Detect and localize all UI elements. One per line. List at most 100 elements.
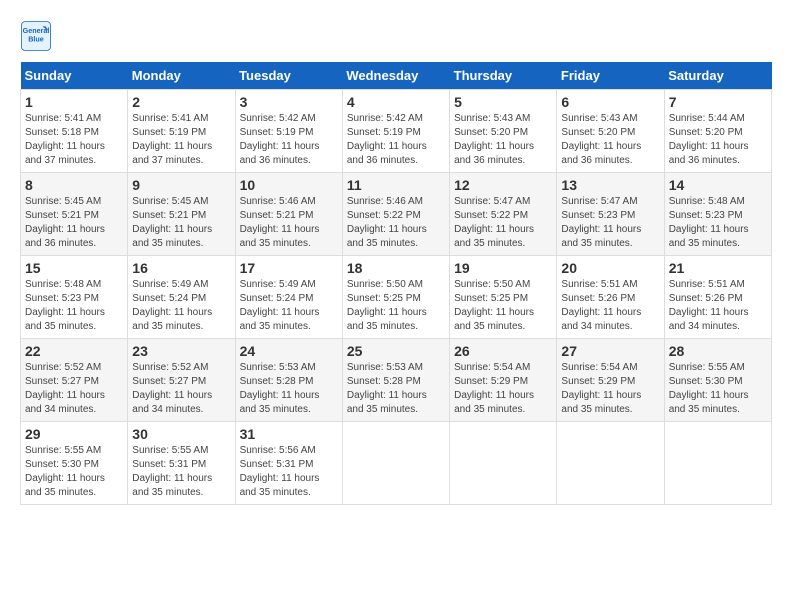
calendar-cell: 14 Sunrise: 5:48 AM Sunset: 5:23 PM Dayli… — [664, 173, 771, 256]
calendar-cell: 17 Sunrise: 5:49 AM Sunset: 5:24 PM Dayli… — [235, 256, 342, 339]
day-info: Sunrise: 5:43 AM Sunset: 5:20 PM Dayligh… — [454, 112, 552, 168]
day-info: Sunrise: 5:49 AM Sunset: 5:24 PM Dayligh… — [240, 278, 338, 334]
day-number: 24 — [240, 343, 338, 359]
header-row: SundayMondayTuesdayWednesdayThursdayFrid… — [21, 62, 772, 90]
day-number: 4 — [347, 94, 445, 110]
day-number: 12 — [454, 177, 552, 193]
calendar-cell: 22 Sunrise: 5:52 AM Sunset: 5:27 PM Dayli… — [21, 339, 128, 422]
page-header: General Blue — [20, 20, 772, 52]
day-info: Sunrise: 5:53 AM Sunset: 5:28 PM Dayligh… — [347, 361, 445, 417]
day-number: 30 — [132, 426, 230, 442]
calendar-cell: 1 Sunrise: 5:41 AM Sunset: 5:18 PM Daylig… — [21, 90, 128, 173]
calendar-cell: 2Sunrise: 5:41 AM Sunset: 5:19 PM Daylig… — [128, 90, 235, 173]
calendar-cell: 26 Sunrise: 5:54 AM Sunset: 5:29 PM Dayli… — [450, 339, 557, 422]
day-number: 26 — [454, 343, 552, 359]
day-info: Sunrise: 5:54 AM Sunset: 5:29 PM Dayligh… — [561, 361, 659, 417]
calendar-week-2: 8 Sunrise: 5:45 AM Sunset: 5:21 PM Daylig… — [21, 173, 772, 256]
calendar-cell — [664, 422, 771, 505]
day-info: Sunrise: 5:46 AM Sunset: 5:21 PM Dayligh… — [240, 195, 338, 251]
day-number: 21 — [669, 260, 767, 276]
calendar-cell — [342, 422, 449, 505]
day-info: Sunrise: 5:42 AM Sunset: 5:19 PM Dayligh… — [240, 112, 338, 168]
day-info: Sunrise: 5:51 AM Sunset: 5:26 PM Dayligh… — [669, 278, 767, 334]
column-header-wednesday: Wednesday — [342, 62, 449, 90]
calendar-cell: 3 Sunrise: 5:42 AM Sunset: 5:19 PM Daylig… — [235, 90, 342, 173]
day-number: 25 — [347, 343, 445, 359]
calendar-week-5: 29 Sunrise: 5:55 AM Sunset: 5:30 PM Dayli… — [21, 422, 772, 505]
calendar-cell: 16 Sunrise: 5:49 AM Sunset: 5:24 PM Dayli… — [128, 256, 235, 339]
day-info: Sunrise: 5:42 AM Sunset: 5:19 PM Dayligh… — [347, 112, 445, 168]
calendar-cell — [557, 422, 664, 505]
day-info: Sunrise: 5:55 AM Sunset: 5:30 PM Dayligh… — [25, 444, 123, 500]
calendar-cell: 20Sunrise: 5:51 AM Sunset: 5:26 PM Dayli… — [557, 256, 664, 339]
day-info: Sunrise: 5:45 AM Sunset: 5:21 PM Dayligh… — [25, 195, 123, 251]
day-info: Sunrise: 5:47 AM Sunset: 5:23 PM Dayligh… — [561, 195, 659, 251]
day-info: Sunrise: 5:52 AM Sunset: 5:27 PM Dayligh… — [25, 361, 123, 417]
day-info: Sunrise: 5:47 AM Sunset: 5:22 PM Dayligh… — [454, 195, 552, 251]
calendar-week-3: 15Sunrise: 5:48 AM Sunset: 5:23 PM Dayli… — [21, 256, 772, 339]
calendar-cell: 30 Sunrise: 5:55 AM Sunset: 5:31 PM Dayli… — [128, 422, 235, 505]
calendar-cell: 6 Sunrise: 5:43 AM Sunset: 5:20 PM Daylig… — [557, 90, 664, 173]
day-number: 18 — [347, 260, 445, 276]
day-info: Sunrise: 5:43 AM Sunset: 5:20 PM Dayligh… — [561, 112, 659, 168]
calendar-cell: 23Sunrise: 5:52 AM Sunset: 5:27 PM Dayli… — [128, 339, 235, 422]
day-info: Sunrise: 5:46 AM Sunset: 5:22 PM Dayligh… — [347, 195, 445, 251]
calendar-cell: 5 Sunrise: 5:43 AM Sunset: 5:20 PM Daylig… — [450, 90, 557, 173]
calendar-cell: 4 Sunrise: 5:42 AM Sunset: 5:19 PM Daylig… — [342, 90, 449, 173]
calendar-cell: 25 Sunrise: 5:53 AM Sunset: 5:28 PM Dayli… — [342, 339, 449, 422]
day-info: Sunrise: 5:52 AM Sunset: 5:27 PM Dayligh… — [132, 361, 230, 417]
day-info: Sunrise: 5:56 AM Sunset: 5:31 PM Dayligh… — [240, 444, 338, 500]
day-number: 11 — [347, 177, 445, 193]
day-info: Sunrise: 5:45 AM Sunset: 5:21 PM Dayligh… — [132, 195, 230, 251]
day-number: 8 — [25, 177, 123, 193]
column-header-friday: Friday — [557, 62, 664, 90]
day-info: Sunrise: 5:55 AM Sunset: 5:31 PM Dayligh… — [132, 444, 230, 500]
day-number: 1 — [25, 94, 123, 110]
logo: General Blue — [20, 20, 56, 52]
day-number: 2 — [132, 94, 230, 110]
svg-text:Blue: Blue — [28, 35, 44, 44]
day-number: 5 — [454, 94, 552, 110]
calendar-cell — [450, 422, 557, 505]
column-header-saturday: Saturday — [664, 62, 771, 90]
day-info: Sunrise: 5:49 AM Sunset: 5:24 PM Dayligh… — [132, 278, 230, 334]
column-header-sunday: Sunday — [21, 62, 128, 90]
day-number: 28 — [669, 343, 767, 359]
day-number: 10 — [240, 177, 338, 193]
calendar-cell: 28 Sunrise: 5:55 AM Sunset: 5:30 PM Dayli… — [664, 339, 771, 422]
day-info: Sunrise: 5:55 AM Sunset: 5:30 PM Dayligh… — [669, 361, 767, 417]
calendar-cell: 13 Sunrise: 5:47 AM Sunset: 5:23 PM Dayli… — [557, 173, 664, 256]
day-number: 16 — [132, 260, 230, 276]
day-number: 31 — [240, 426, 338, 442]
day-info: Sunrise: 5:44 AM Sunset: 5:20 PM Dayligh… — [669, 112, 767, 168]
calendar-week-1: 1 Sunrise: 5:41 AM Sunset: 5:18 PM Daylig… — [21, 90, 772, 173]
calendar-cell: 27 Sunrise: 5:54 AM Sunset: 5:29 PM Dayli… — [557, 339, 664, 422]
day-number: 22 — [25, 343, 123, 359]
day-number: 27 — [561, 343, 659, 359]
day-info: Sunrise: 5:51 AM Sunset: 5:26 PM Dayligh… — [561, 278, 659, 334]
day-number: 13 — [561, 177, 659, 193]
column-header-thursday: Thursday — [450, 62, 557, 90]
calendar-cell: 10 Sunrise: 5:46 AM Sunset: 5:21 PM Dayli… — [235, 173, 342, 256]
day-number: 17 — [240, 260, 338, 276]
day-number: 15 — [25, 260, 123, 276]
day-number: 7 — [669, 94, 767, 110]
day-number: 14 — [669, 177, 767, 193]
calendar-cell: 15Sunrise: 5:48 AM Sunset: 5:23 PM Dayli… — [21, 256, 128, 339]
day-number: 6 — [561, 94, 659, 110]
calendar-cell: 19Sunrise: 5:50 AM Sunset: 5:25 PM Dayli… — [450, 256, 557, 339]
day-number: 19 — [454, 260, 552, 276]
day-info: Sunrise: 5:54 AM Sunset: 5:29 PM Dayligh… — [454, 361, 552, 417]
calendar-week-4: 22 Sunrise: 5:52 AM Sunset: 5:27 PM Dayli… — [21, 339, 772, 422]
calendar-table: SundayMondayTuesdayWednesdayThursdayFrid… — [20, 62, 772, 505]
day-number: 29 — [25, 426, 123, 442]
calendar-cell: 8 Sunrise: 5:45 AM Sunset: 5:21 PM Daylig… — [21, 173, 128, 256]
calendar-cell: 9Sunrise: 5:45 AM Sunset: 5:21 PM Daylig… — [128, 173, 235, 256]
logo-icon: General Blue — [20, 20, 52, 52]
column-header-tuesday: Tuesday — [235, 62, 342, 90]
day-number: 3 — [240, 94, 338, 110]
day-info: Sunrise: 5:41 AM Sunset: 5:18 PM Dayligh… — [25, 112, 123, 168]
day-info: Sunrise: 5:48 AM Sunset: 5:23 PM Dayligh… — [669, 195, 767, 251]
calendar-cell: 12 Sunrise: 5:47 AM Sunset: 5:22 PM Dayli… — [450, 173, 557, 256]
calendar-cell: 21 Sunrise: 5:51 AM Sunset: 5:26 PM Dayli… — [664, 256, 771, 339]
